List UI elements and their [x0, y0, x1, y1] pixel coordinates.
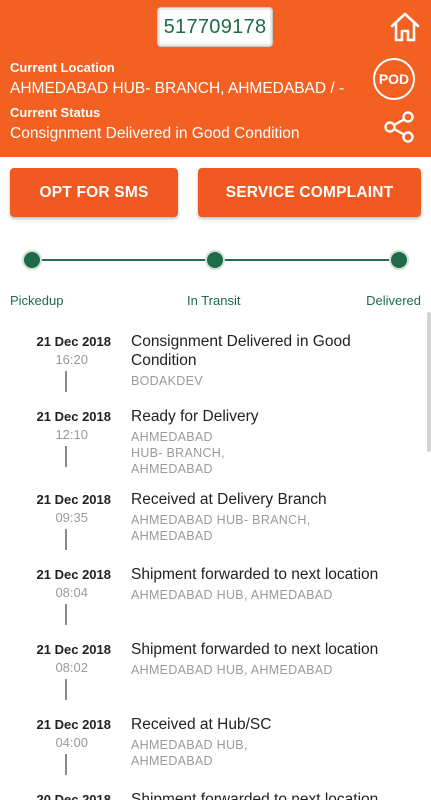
event-connector [65, 754, 67, 775]
pod-button[interactable]: POD [373, 58, 415, 100]
progress-dot-pickedup [22, 250, 42, 270]
scrollbar[interactable] [427, 312, 431, 452]
service-complaint-label: SERVICE COMPLAINT [225, 183, 394, 201]
event-title: Shipment forwarded to next location [131, 791, 379, 800]
tracking-header: 517709178 POD Current Location AHMEDABAD… [0, 0, 431, 157]
home-icon[interactable] [388, 10, 422, 44]
event-date: 20 Dec 2018 [36, 792, 111, 800]
event-title: Received at Delivery Branch [131, 491, 327, 508]
event-title: Consignment Delivered in Good Condition [131, 333, 351, 369]
timeline-event: 21 Dec 2018 16:20 Consignment Delivered … [0, 332, 427, 407]
opt-for-sms-button[interactable]: OPT FOR SMS [10, 168, 178, 217]
share-icon[interactable] [382, 110, 416, 144]
event-location: AHMEDABAD HUB- BRANCH, AHMEDABAD [131, 513, 311, 543]
event-date: 21 Dec 2018 [36, 567, 111, 582]
event-time: 16:20 [55, 352, 88, 367]
tracking-number-box: 517709178 [158, 8, 272, 46]
timeline-event: 21 Dec 2018 09:35 Received at Delivery B… [0, 490, 427, 565]
event-title: Shipment forwarded to next location [131, 566, 379, 583]
event-date: 21 Dec 2018 [36, 492, 111, 507]
opt-for-sms-label: OPT FOR SMS [39, 183, 149, 201]
timeline-event: 21 Dec 2018 08:04 Shipment forwarded to … [0, 565, 427, 640]
event-time: 08:02 [55, 660, 88, 675]
timeline-event: 21 Dec 2018 04:00 Received at Hub/SC AHM… [0, 715, 427, 790]
event-date: 21 Dec 2018 [36, 717, 111, 732]
current-status-value: Consignment Delivered in Good Condition [10, 125, 300, 142]
pod-label: POD [378, 71, 410, 87]
event-connector [65, 679, 67, 700]
stage-label-delivered: Delivered [366, 293, 421, 308]
event-location: AHMEDABAD HUB, AHMEDABAD [131, 588, 333, 602]
event-title: Received at Hub/SC [131, 716, 272, 733]
stage-label-in-transit: In Transit [187, 293, 241, 308]
current-status-label: Current Status [10, 105, 101, 120]
tracking-number: 517709178 [163, 15, 267, 38]
event-title: Ready for Delivery [131, 408, 259, 425]
timeline-event: 21 Dec 2018 12:10 Ready for Delivery AHM… [0, 407, 427, 490]
timeline-event: 21 Dec 2018 08:02 Shipment forwarded to … [0, 640, 427, 715]
event-time: 04:00 [55, 735, 88, 750]
stage-label-pickedup: Pickedup [10, 293, 64, 308]
tracking-timeline: 21 Dec 2018 16:20 Consignment Delivered … [0, 332, 427, 800]
event-date: 21 Dec 2018 [36, 642, 111, 657]
current-location-label: Current Location [10, 60, 115, 75]
timeline-event: 20 Dec 2018 Shipment forwarded to next l… [0, 790, 427, 800]
current-location-value: AHMEDABAD HUB- BRANCH, AHMEDABAD / - [10, 80, 345, 97]
event-connector [65, 529, 67, 550]
event-time: 09:35 [55, 510, 88, 525]
progress-dot-delivered [389, 250, 409, 270]
service-complaint-button[interactable]: SERVICE COMPLAINT [198, 168, 421, 217]
event-connector [65, 604, 67, 625]
event-connector [65, 446, 67, 467]
event-time: 08:04 [55, 585, 88, 600]
event-date: 21 Dec 2018 [36, 409, 111, 424]
event-title: Shipment forwarded to next location [131, 641, 379, 658]
progress-dot-in-transit [205, 250, 225, 270]
event-location: AHMEDABAD HUB, AHMEDABAD [131, 663, 333, 677]
event-location: BODAKDEV [131, 374, 203, 388]
event-location: AHMEDABAD HUB, AHMEDABAD [131, 738, 248, 768]
event-connector [65, 371, 67, 392]
event-location: AHMEDABAD HUB- BRANCH, AHMEDABAD [131, 430, 225, 476]
event-time: 12:10 [55, 427, 88, 442]
event-date: 21 Dec 2018 [36, 334, 111, 349]
